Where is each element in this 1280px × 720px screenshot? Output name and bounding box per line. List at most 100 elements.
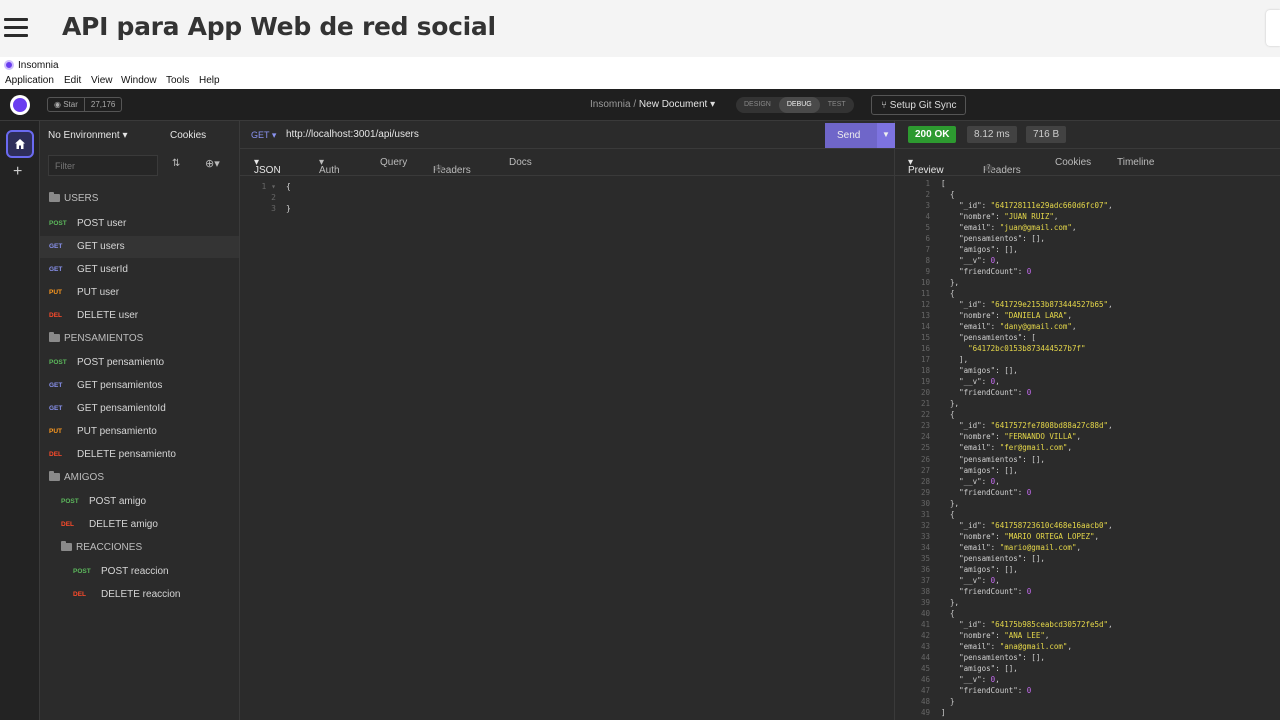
request-label: GET userId <box>77 264 128 275</box>
sidebar-item-request[interactable]: POST POST reaccion <box>40 561 239 583</box>
method-badge: GET <box>49 382 63 389</box>
chevron-down-icon[interactable]: ▼ <box>877 123 895 148</box>
tab-body[interactable]: JSON ▾ <box>254 157 281 176</box>
window-title: Insomnia <box>18 60 59 71</box>
sidebar-item-request[interactable]: GET GET pensamientos <box>40 375 239 397</box>
environment-select[interactable]: No Environment ▾ <box>48 130 128 141</box>
method-badge: POST <box>49 220 67 227</box>
tab-cookies[interactable]: Cookies <box>1055 157 1091 168</box>
sidebar-item-request[interactable]: PUT PUT pensamiento <box>40 421 239 443</box>
response-line: 39 }, <box>920 597 960 607</box>
request-label: DELETE amigo <box>89 519 158 530</box>
request-label: POST amigo <box>89 496 147 507</box>
git-sync-button[interactable]: ⑂ Setup Git Sync <box>871 95 967 115</box>
menu-bar: Application Edit View Window Tools Help <box>0 73 1280 89</box>
send-label: Send <box>837 130 861 141</box>
response-line: 12 "_id": "641729e2153b873444527b65", <box>920 300 1113 310</box>
left-rail: + <box>0 121 40 720</box>
sidebar-item-request[interactable]: GET GET userId <box>40 259 239 281</box>
sidebar-folder-users[interactable]: USERS <box>40 188 239 210</box>
home-button[interactable] <box>6 130 34 158</box>
sidebar-item-request[interactable]: POST POST user <box>40 213 239 235</box>
response-line: 35 "pensamientos": [], <box>920 553 1045 563</box>
tab-preview-label: Preview <box>908 165 944 176</box>
menu-edit[interactable]: Edit <box>64 75 81 86</box>
page-header: API para App Web de red social <box>0 0 1280 57</box>
sidebar-item-request[interactable]: DEL DELETE reaccion <box>40 584 239 606</box>
response-line: 10 }, <box>920 278 960 288</box>
insomnia-logo-icon[interactable] <box>10 95 30 115</box>
menu-tools[interactable]: Tools <box>166 75 189 86</box>
environment-label: No Environment <box>48 130 120 141</box>
response-line: 17 ], <box>920 355 969 365</box>
sidebar-item-request[interactable]: DEL DELETE pensamiento <box>40 444 239 466</box>
sidebar-folder-reacciones[interactable]: REACCIONES <box>40 537 239 559</box>
mode-switcher: DESIGN DEBUG TEST <box>736 97 854 113</box>
response-line: 16 "64172bc0153b873444527b7f" <box>920 344 1086 354</box>
response-line: 40 { <box>920 608 955 618</box>
sidebar-folder-pensamientos[interactable]: PENSAMIENTOS <box>40 328 239 350</box>
folder-label: PENSAMIENTOS <box>64 333 144 344</box>
app-topbar: ◉ Star 27,176 Insomnia / New Document ▾ … <box>0 89 1280 121</box>
breadcrumb-document[interactable]: New Document <box>639 99 707 110</box>
method-badge: GET <box>49 243 63 250</box>
method-badge: POST <box>49 359 67 366</box>
add-dropdown-icon[interactable]: ⊕▾ <box>205 157 220 170</box>
tab-design[interactable]: DESIGN <box>736 97 779 113</box>
request-label: GET users <box>77 241 125 252</box>
response-line: 42 "nombre": "ANA LEE", <box>920 630 1050 640</box>
sort-icon[interactable]: ⇅ <box>172 158 180 169</box>
code-line: { <box>286 182 291 191</box>
plus-icon[interactable]: + <box>13 163 22 181</box>
code-line: } <box>286 204 291 213</box>
tab-preview[interactable]: Preview ▾ <box>908 157 944 176</box>
tab-docs[interactable]: Docs <box>509 157 532 168</box>
sidebar-item-request[interactable]: DEL DELETE user <box>40 305 239 327</box>
response-line: 27 "amigos": [], <box>920 465 1018 475</box>
menu-window[interactable]: Window <box>121 75 157 86</box>
sidebar-item-request[interactable]: DEL DELETE amigo <box>40 514 239 536</box>
breadcrumb: Insomnia / New Document ▾ <box>590 99 715 110</box>
breadcrumb-root[interactable]: Insomnia <box>590 99 631 110</box>
tab-timeline[interactable]: Timeline <box>1117 157 1154 168</box>
send-button[interactable]: Send ▼ <box>825 123 895 148</box>
github-star-button[interactable]: ◉ Star 27,176 <box>47 97 123 112</box>
response-line: 47 "friendCount": 0 <box>920 685 1032 695</box>
sidebar-item-request[interactable]: GET GET pensamientoId <box>40 398 239 420</box>
request-label: DELETE pensamiento <box>77 449 176 460</box>
folder-icon <box>61 541 72 551</box>
sidebar-item-request[interactable]: POST POST pensamiento <box>40 352 239 374</box>
response-line: 20 "friendCount": 0 <box>920 388 1032 398</box>
folder-label: USERS <box>64 193 99 204</box>
method-badge: PUT <box>49 428 62 435</box>
response-pane: 200 OK 8.12 ms 716 B Preview ▾ Headers 7 … <box>895 121 1280 720</box>
hamburger-menu-icon[interactable] <box>4 18 28 38</box>
chevron-down-icon[interactable]: ▾ <box>710 99 715 110</box>
request-label: DELETE user <box>77 310 139 321</box>
tab-debug[interactable]: DEBUG <box>778 97 820 113</box>
tab-auth[interactable]: Auth ▾ <box>319 157 340 176</box>
git-branch-icon: ⑂ <box>881 100 887 111</box>
menu-application[interactable]: Application <box>5 75 54 86</box>
request-label: POST pensamiento <box>77 357 165 368</box>
menu-view[interactable]: View <box>91 75 113 86</box>
cookies-button[interactable]: Cookies <box>170 130 206 141</box>
response-line: 23 "_id": "6417572fe7808bd88a27c88d", <box>920 421 1113 431</box>
tab-test[interactable]: TEST <box>820 97 854 113</box>
filter-input[interactable] <box>48 155 158 176</box>
menu-help[interactable]: Help <box>199 75 220 86</box>
method-select[interactable]: GET ▾ <box>251 130 276 141</box>
line-number: 3 <box>271 204 276 213</box>
request-label: PUT user <box>77 287 120 298</box>
sidebar-item-request[interactable]: GET GET users <box>40 236 239 258</box>
response-line: 48 } <box>920 696 955 706</box>
url-input[interactable]: http://localhost:3001/api/users <box>286 129 419 140</box>
sidebar-folder-amigos[interactable]: AMIGOS <box>40 467 239 489</box>
request-pane: GET ▾ http://localhost:3001/api/users Se… <box>240 121 895 720</box>
sidebar-item-request[interactable]: PUT PUT user <box>40 282 239 304</box>
sidebar-item-request[interactable]: POST POST amigo <box>40 491 239 513</box>
window-title-bar: Insomnia <box>0 57 1280 73</box>
response-line: 33 "nombre": "MARIO ORTEGA LOPEZ", <box>920 531 1100 541</box>
method-badge: GET <box>49 405 63 412</box>
tab-query[interactable]: Query <box>380 157 407 168</box>
